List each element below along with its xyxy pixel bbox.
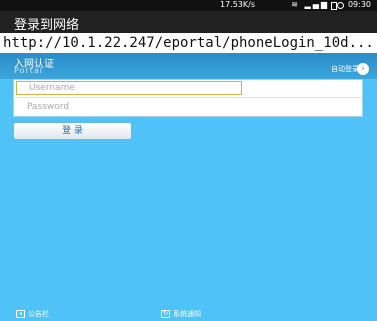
portal-header: 入网认证 Portal 自动登录 ›: [0, 53, 377, 79]
network-speed: 17.53K/s: [219, 0, 255, 9]
app-title: 登录到网络: [14, 18, 80, 33]
alarm-icon: [337, 2, 344, 9]
system-notice-link[interactable]: ↻ 系统通知: [161, 309, 201, 319]
signal-icons: ≋ ▂▄▆: [291, 0, 329, 9]
auto-login-label[interactable]: 自动登录: [331, 64, 359, 74]
battery-icon: [331, 2, 337, 10]
password-input[interactable]: [15, 98, 362, 116]
app-title-bar: 登录到网络: [0, 11, 377, 33]
url-bar[interactable]: http://10.1.22.247/eportal/phoneLogin_10…: [0, 33, 377, 53]
announcement-label: 公告栏: [28, 310, 49, 318]
login-form: [13, 79, 363, 117]
system-notice-label: 系统通知: [173, 310, 201, 318]
status-time: 09:30: [347, 0, 371, 9]
status-bar: 17.53K/s ≋ ▂▄▆ 09:30: [0, 0, 377, 11]
url-text: http://10.1.22.247/eportal/phoneLogin_10…: [3, 35, 374, 51]
login-button[interactable]: 登 录: [13, 122, 132, 140]
announcement-link[interactable]: ◂ 公告栏: [16, 309, 49, 319]
refresh-icon: ↻: [161, 310, 170, 318]
chevron-right-circle-icon[interactable]: ›: [357, 63, 369, 75]
username-input[interactable]: [16, 81, 242, 95]
portal-subtitle: Portal: [14, 66, 43, 75]
speaker-icon: ◂: [16, 310, 25, 318]
